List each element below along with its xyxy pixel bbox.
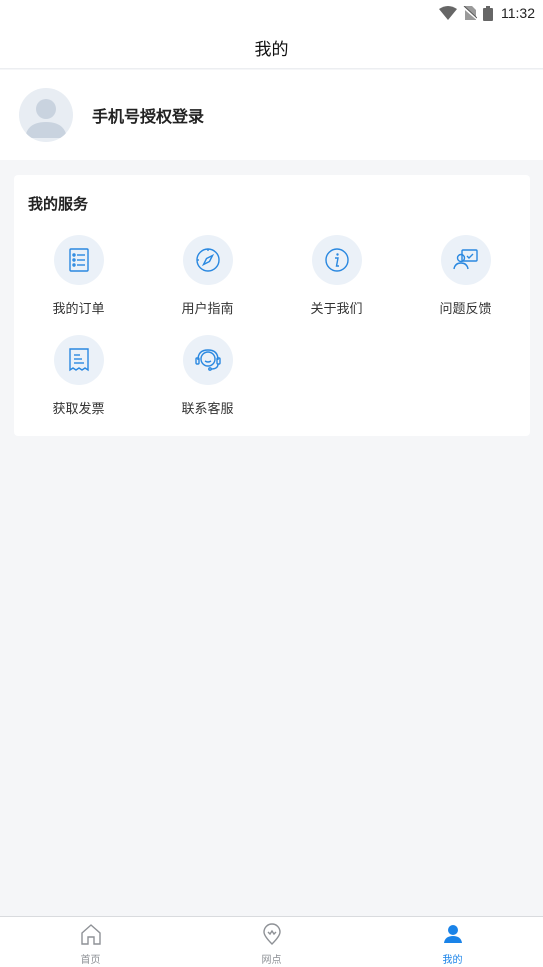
status-bar: 11:32	[0, 0, 543, 26]
service-user-guide[interactable]: 用户指南	[143, 235, 272, 335]
bottom-tab-bar: 首页 网点 我的	[0, 916, 543, 967]
home-icon	[80, 923, 102, 949]
service-label: 我的订单	[52, 302, 105, 317]
tab-locations[interactable]: 网点	[181, 917, 362, 967]
location-icon	[261, 923, 283, 949]
my-services-card: 我的服务 我的订单 用户指南 关于我们 问题反馈 获取发票 联系客服	[14, 175, 530, 436]
tab-label: 我的	[442, 955, 463, 966]
user-icon	[442, 923, 464, 949]
compass-icon	[182, 235, 233, 285]
service-about-us[interactable]: 关于我们	[272, 235, 401, 335]
info-icon	[311, 235, 362, 285]
services-title: 我的服务	[28, 195, 89, 213]
service-feedback[interactable]: 问题反馈	[401, 235, 530, 335]
service-label: 问题反馈	[439, 302, 492, 317]
tab-label: 网点	[261, 955, 282, 966]
battery-icon	[483, 5, 493, 21]
service-label: 获取发票	[52, 402, 105, 417]
order-list-icon	[53, 235, 104, 285]
no-sim-icon	[463, 6, 477, 20]
service-label: 用户指南	[181, 302, 234, 317]
customer-service-icon	[182, 335, 233, 385]
page-title: 我的	[254, 39, 289, 60]
service-my-orders[interactable]: 我的订单	[14, 235, 143, 335]
tab-label: 首页	[80, 955, 101, 966]
status-time: 11:32	[501, 5, 535, 21]
service-label: 关于我们	[310, 302, 363, 317]
service-contact-support[interactable]: 联系客服	[143, 335, 272, 435]
service-get-invoice[interactable]: 获取发票	[14, 335, 143, 435]
nav-bar: 我的	[0, 26, 543, 69]
feedback-icon	[440, 235, 491, 285]
wifi-icon	[439, 6, 457, 20]
profile-login-row[interactable]: 手机号授权登录	[0, 70, 543, 160]
services-grid: 我的订单 用户指南 关于我们 问题反馈 获取发票 联系客服	[14, 235, 530, 435]
login-button[interactable]: 手机号授权登录	[92, 103, 204, 127]
service-label: 联系客服	[181, 402, 234, 417]
tab-home[interactable]: 首页	[0, 917, 181, 967]
invoice-icon	[53, 335, 104, 385]
tab-mine[interactable]: 我的	[362, 917, 543, 967]
default-avatar-icon[interactable]	[19, 88, 73, 142]
